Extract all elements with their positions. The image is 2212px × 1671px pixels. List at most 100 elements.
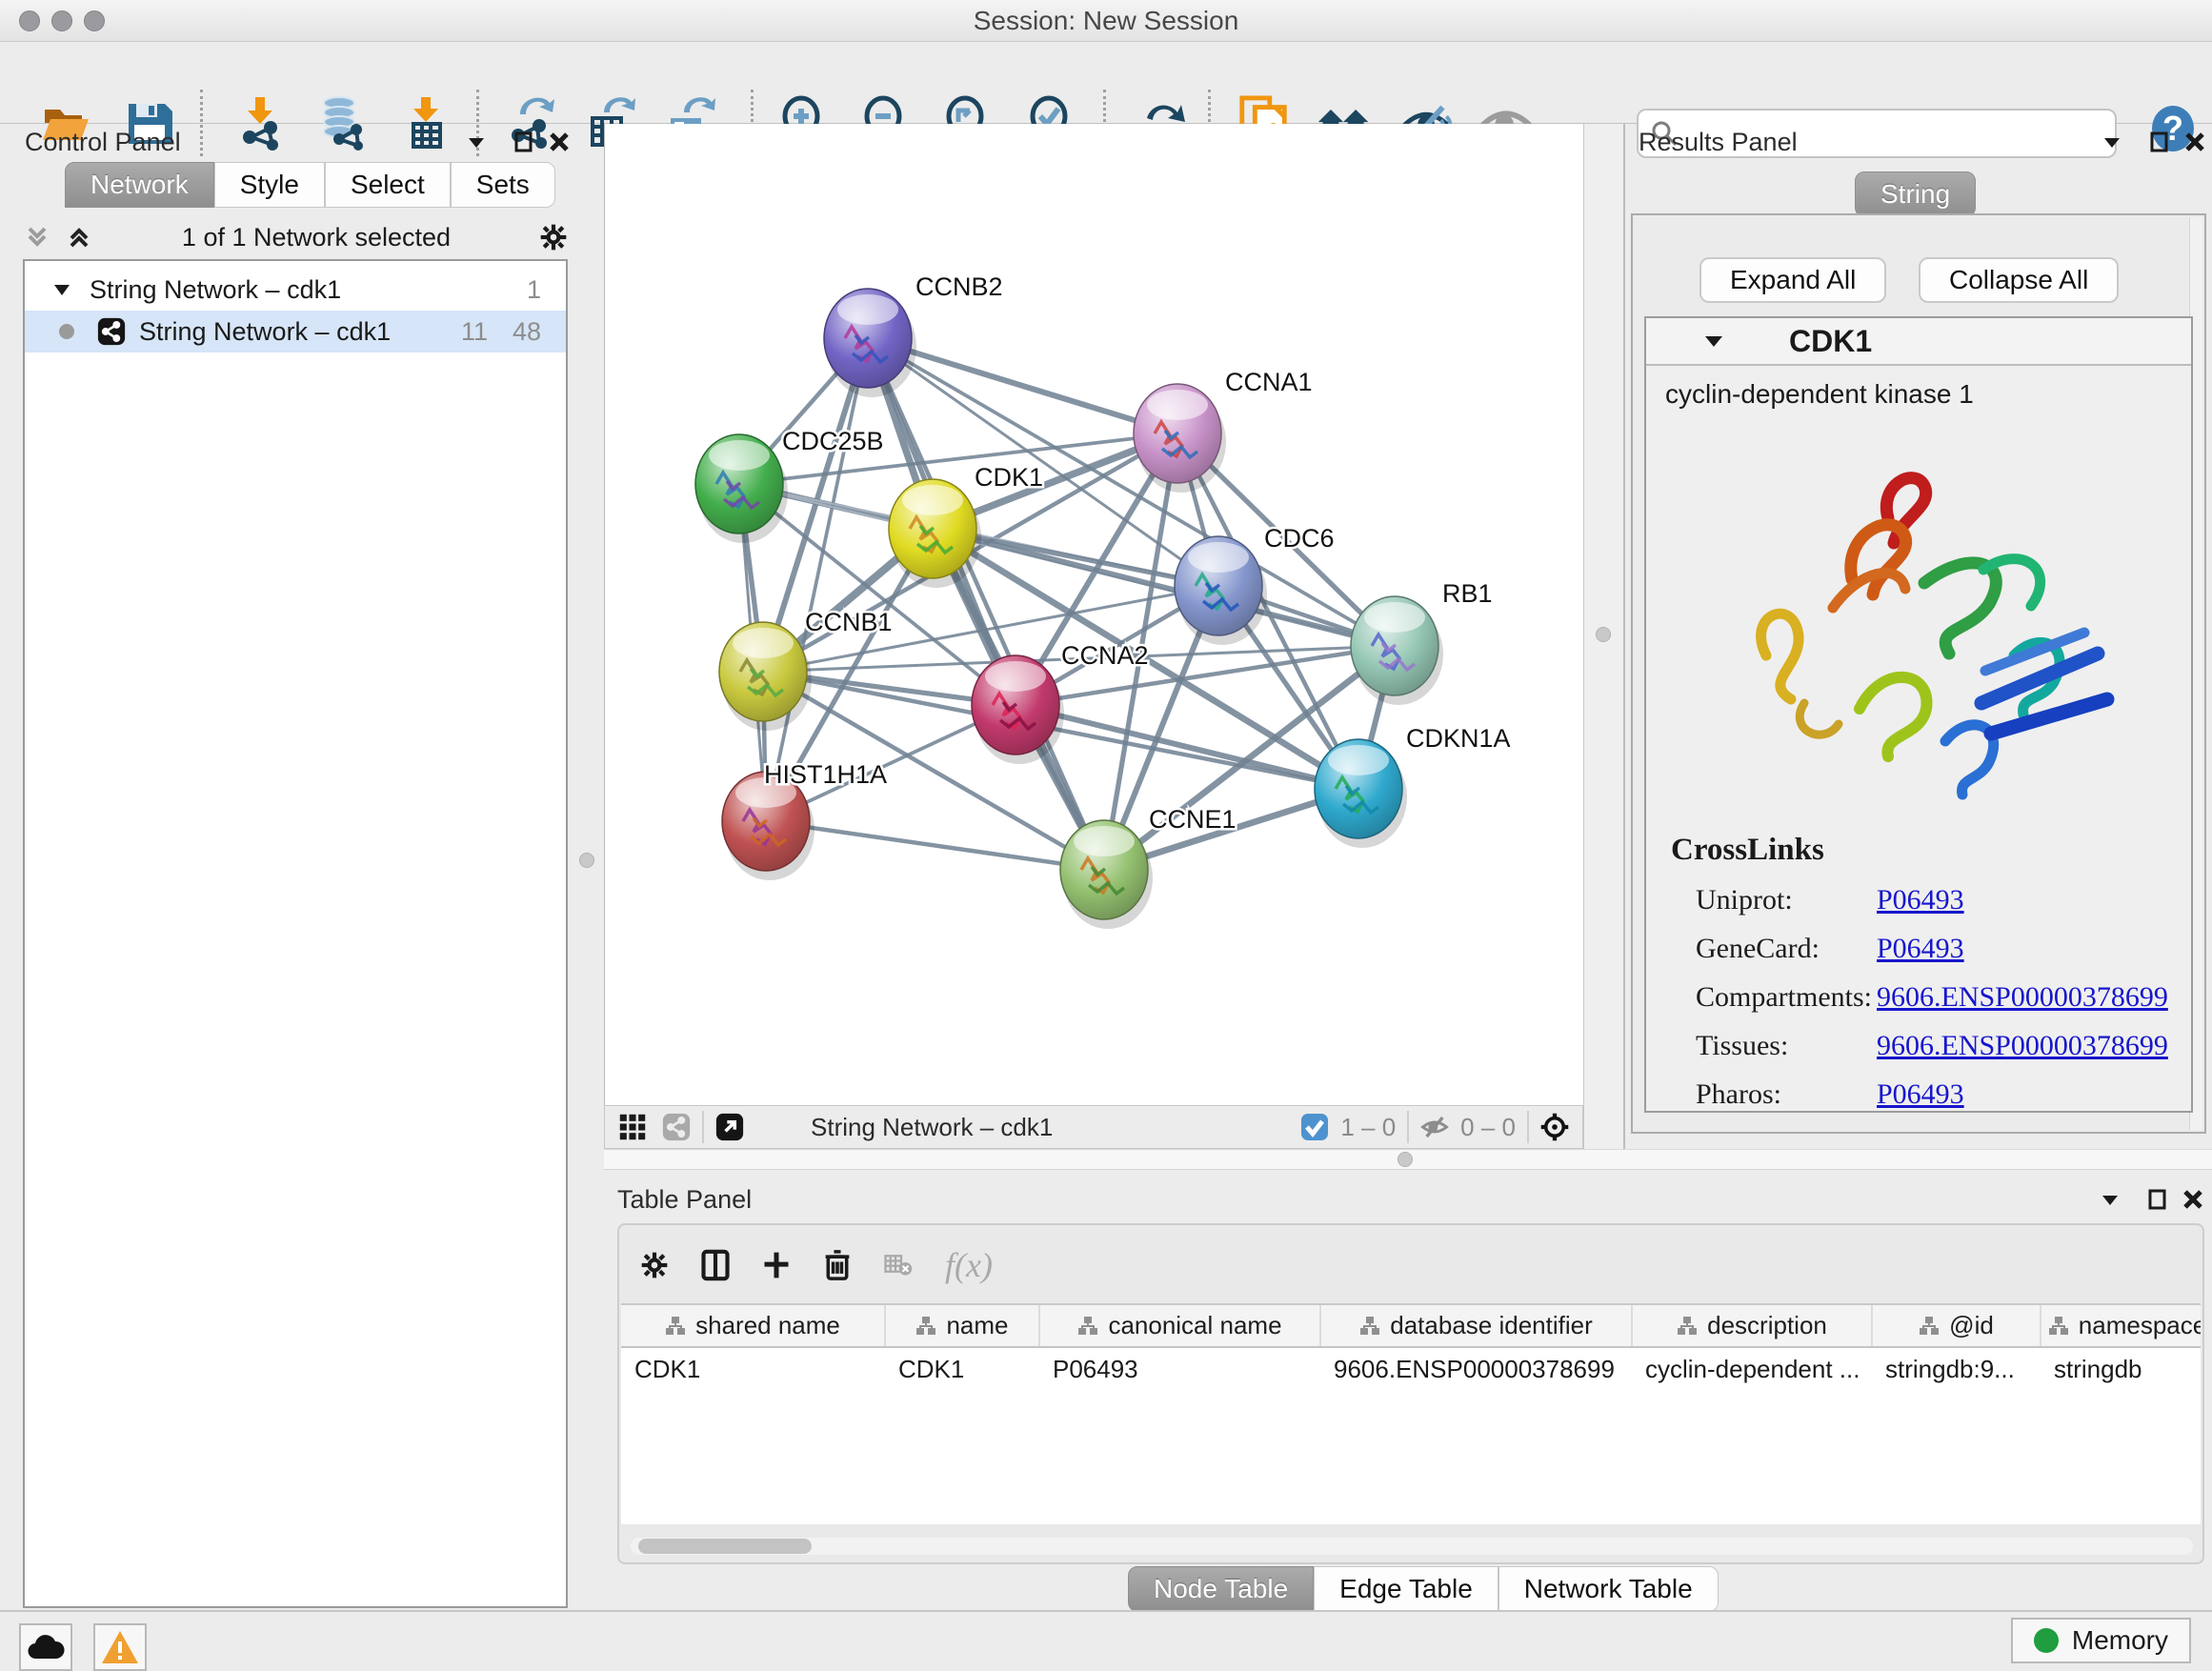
crosslink-value-link[interactable]: 9606.ENSP00000378699 xyxy=(1877,981,2168,1014)
network-selection-row: 1 of 1 Network selected xyxy=(23,215,568,259)
right-splitter-grip[interactable] xyxy=(1596,627,1611,642)
title-bar: Session: New Session xyxy=(0,0,2212,42)
string-view-icon[interactable] xyxy=(662,1113,691,1141)
add-column-icon[interactable] xyxy=(762,1251,791,1279)
close-panel-icon[interactable] xyxy=(2181,128,2209,156)
column-header[interactable]: database identifier xyxy=(1320,1305,1632,1347)
crosslink-label: Uniprot: xyxy=(1696,884,1877,916)
node-label: RB1 xyxy=(1442,579,1493,608)
column-header[interactable]: description xyxy=(1632,1305,1872,1347)
tab-network[interactable]: Network xyxy=(65,162,214,208)
table-toolbar: f(x) xyxy=(640,1238,993,1292)
collection-label: String Network – cdk1 xyxy=(90,275,341,305)
tab-sets[interactable]: Sets xyxy=(451,162,555,208)
cloud-icon[interactable] xyxy=(19,1623,72,1671)
string-results-box: Expand All Collapse All CDK1 cyclin-depe… xyxy=(1631,213,2206,1134)
float-panel-icon[interactable] xyxy=(462,128,491,156)
network-label: String Network – cdk1 xyxy=(139,317,391,347)
table-options-gear-icon[interactable] xyxy=(640,1251,669,1279)
birds-eye-grid-icon[interactable] xyxy=(618,1113,647,1141)
close-panel-icon[interactable] xyxy=(545,128,573,156)
selected-counts: 1 – 0 xyxy=(1340,1113,1396,1142)
protein-description: cyclin-dependent kinase 1 xyxy=(1646,366,2191,410)
column-header[interactable]: canonical name xyxy=(1039,1305,1320,1347)
maximize-panel-icon[interactable] xyxy=(510,128,538,156)
crosslink-label: Pharos: xyxy=(1696,1078,1877,1111)
crosslinks-list: Uniprot:P06493GeneCard:P06493Compartment… xyxy=(1646,884,2191,1111)
node-label: CCNA2 xyxy=(1061,641,1149,670)
left-splitter-grip[interactable] xyxy=(579,853,594,868)
crosslink-value-link[interactable]: P06493 xyxy=(1877,933,1964,965)
warning-icon[interactable] xyxy=(93,1623,147,1671)
protein-structure-image xyxy=(1699,427,2138,808)
selected-checkbox-icon[interactable] xyxy=(1300,1113,1329,1141)
window-title: Session: New Session xyxy=(0,6,2212,36)
float-panel-icon[interactable] xyxy=(2098,128,2126,156)
column-header[interactable]: namespace xyxy=(2041,1305,2201,1347)
network-node-count: 11 xyxy=(461,317,488,347)
collapse-all-button[interactable]: Collapse All xyxy=(1919,257,2119,303)
delete-column-icon[interactable] xyxy=(823,1251,852,1279)
network-edge xyxy=(868,338,1104,870)
section-collapse-icon[interactable] xyxy=(1699,327,1728,355)
main-toolbar: ? xyxy=(0,42,2212,124)
function-builder-icon: f(x) xyxy=(945,1245,993,1285)
network-view-status-bar: String Network – cdk1 1 – 0 0 – 0 xyxy=(604,1105,1583,1149)
node-label: HIST1H1A xyxy=(764,760,887,789)
table-horizontal-scrollbar xyxy=(631,1538,2193,1555)
network-node-ccnb2[interactable]: CCNB2 xyxy=(824,272,1003,397)
memory-label: Memory xyxy=(2072,1625,2168,1656)
control-panel: Control Panel NetworkStyleSelectSets 1 o… xyxy=(0,124,600,1610)
cdk1-section-header[interactable]: CDK1 xyxy=(1646,318,2191,366)
network-options-gear-icon[interactable] xyxy=(539,223,568,252)
hidden-eye-slash-icon[interactable] xyxy=(1420,1113,1449,1141)
network-view-title: String Network – cdk1 xyxy=(811,1113,1053,1142)
cdk1-section: CDK1 cyclin-dependent kinase 1 xyxy=(1644,316,2193,1113)
column-header[interactable]: name xyxy=(885,1305,1039,1347)
tab-style[interactable]: Style xyxy=(214,162,325,208)
column-header[interactable]: shared name xyxy=(621,1305,885,1347)
table-row[interactable]: CDK1CDK1 P064939606.ENSP00000378699 cycl… xyxy=(621,1347,2201,1391)
hidden-counts: 0 – 0 xyxy=(1460,1113,1516,1142)
bottom-splitter-grip[interactable] xyxy=(1398,1152,1413,1167)
maximize-panel-icon[interactable] xyxy=(2145,128,2174,156)
network-row[interactable]: String Network – cdk1 11 48 xyxy=(25,311,566,352)
string-network-icon xyxy=(97,317,126,346)
tree-expand-icon[interactable] xyxy=(48,275,76,304)
network-node-rb1[interactable]: RB1 xyxy=(1351,579,1493,705)
crosslink-label: Compartments: xyxy=(1696,981,1877,1014)
crosslink-value-link[interactable]: P06493 xyxy=(1877,884,1964,916)
network-collection-row[interactable]: String Network – cdk1 1 xyxy=(25,269,566,311)
scrollbar-thumb[interactable] xyxy=(638,1539,812,1554)
network-node-ccne1[interactable]: CCNE1 xyxy=(1060,805,1237,929)
crosslink-row: Compartments:9606.ENSP00000378699 xyxy=(1696,981,2191,1014)
tab-select[interactable]: Select xyxy=(325,162,451,208)
network-node-ccna1[interactable]: CCNA1 xyxy=(1134,368,1313,493)
expand-all-networks-icon[interactable] xyxy=(65,223,93,252)
crosslink-value-link[interactable]: 9606.ENSP00000378699 xyxy=(1877,1030,2168,1062)
node-label: CCNA1 xyxy=(1225,368,1313,396)
close-panel-icon[interactable] xyxy=(2179,1185,2207,1214)
tab-network-table[interactable]: Network Table xyxy=(1498,1566,1719,1612)
tab-node-table[interactable]: Node Table xyxy=(1128,1566,1314,1612)
tab-string[interactable]: String xyxy=(1855,171,1976,217)
network-node-hist1h1a[interactable]: HIST1H1A xyxy=(722,760,887,880)
network-canvas[interactable]: CCNB2CCNA1CDC25BCDK1CDC6RB1CCNB1CCNA2CDK… xyxy=(604,124,1583,1105)
results-panel-title: Results Panel xyxy=(1639,128,1798,157)
status-separator xyxy=(1407,1111,1409,1143)
collapse-all-networks-icon[interactable] xyxy=(23,223,51,252)
crosslink-row: Tissues:9606.ENSP00000378699 xyxy=(1696,1030,2191,1062)
memory-button[interactable]: Memory xyxy=(2011,1618,2191,1663)
network-node-ccnb1[interactable]: CCNB1 xyxy=(719,608,893,731)
expand-all-button[interactable]: Expand All xyxy=(1699,257,1886,303)
table-type-tabs: Node TableEdge TableNetwork Table xyxy=(1128,1566,1719,1612)
show-columns-icon[interactable] xyxy=(701,1251,730,1279)
maximize-panel-icon[interactable] xyxy=(2143,1185,2172,1214)
tab-edge-table[interactable]: Edge Table xyxy=(1314,1566,1498,1612)
float-panel-icon[interactable] xyxy=(2096,1185,2124,1214)
open-in-window-icon[interactable] xyxy=(715,1113,744,1141)
crosslink-value-link[interactable]: P06493 xyxy=(1877,1078,1964,1111)
network-node-cdkn1a[interactable]: CDKN1A xyxy=(1315,724,1511,848)
column-header[interactable]: @id xyxy=(1872,1305,2041,1347)
navigator-crosshair-icon[interactable] xyxy=(1540,1113,1569,1141)
